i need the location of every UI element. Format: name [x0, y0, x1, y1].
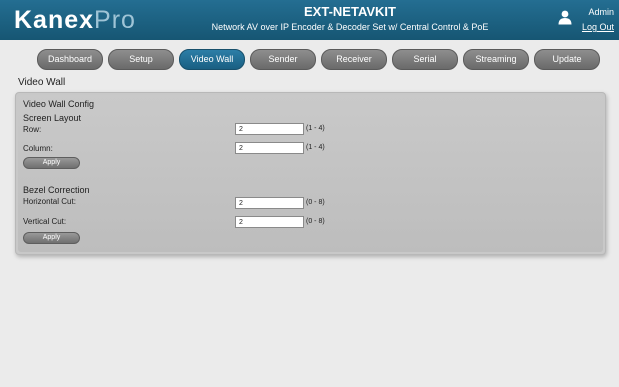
column-input[interactable]	[235, 142, 304, 154]
logo-main: Kanex	[14, 6, 95, 34]
nav-setup[interactable]: Setup	[108, 49, 174, 70]
row-range: (1 - 4)	[306, 125, 325, 132]
vertical-cut-range: (0 - 8)	[306, 218, 325, 225]
horizontal-cut-label: Horizontal Cut:	[23, 197, 76, 206]
logo-accent: Pro	[94, 6, 136, 34]
horizontal-cut-input[interactable]	[235, 197, 304, 209]
bezel-apply-button[interactable]: Apply	[23, 232, 80, 244]
page-title: Video Wall	[18, 77, 66, 88]
logout-link[interactable]: Log Out	[574, 22, 614, 33]
vertical-cut-label: Vertical Cut:	[23, 217, 67, 226]
video-wall-config-panel: Video Wall Config Screen Layout Row: (1 …	[15, 92, 606, 255]
nav-dashboard[interactable]: Dashboard	[37, 49, 103, 70]
nav-sender[interactable]: Sender	[250, 49, 316, 70]
device-title: EXT-NETAVKIT	[304, 4, 396, 19]
nav-serial[interactable]: Serial	[392, 49, 458, 70]
column-label: Column:	[23, 144, 53, 153]
nav-streaming[interactable]: Streaming	[463, 49, 529, 70]
device-subtitle: Network AV over IP Encoder & Decoder Set…	[211, 22, 489, 32]
config-title: Video Wall Config	[23, 99, 95, 109]
row-input[interactable]	[235, 123, 304, 135]
user-icon	[558, 10, 572, 25]
app-header: KanexPro EXT-NETAVKIT Network AV over IP…	[0, 0, 619, 40]
panel-body	[18, 95, 603, 252]
screen-layout-title: Screen Layout	[23, 113, 82, 123]
layout-apply-button[interactable]: Apply	[23, 157, 80, 169]
column-range: (1 - 4)	[306, 144, 325, 151]
vertical-cut-input[interactable]	[235, 216, 304, 228]
bezel-correction-title: Bezel Correction	[23, 185, 90, 195]
kanexpro-logo: KanexPro	[14, 5, 136, 35]
user-name: Admin	[588, 7, 614, 17]
row-label: Row:	[23, 125, 42, 134]
nav-video-wall[interactable]: Video Wall	[179, 49, 245, 70]
nav-update[interactable]: Update	[534, 49, 600, 70]
main-nav: Dashboard Setup Video Wall Sender Receiv…	[37, 49, 600, 70]
horizontal-cut-range: (0 - 8)	[306, 199, 325, 206]
nav-receiver[interactable]: Receiver	[321, 49, 387, 70]
